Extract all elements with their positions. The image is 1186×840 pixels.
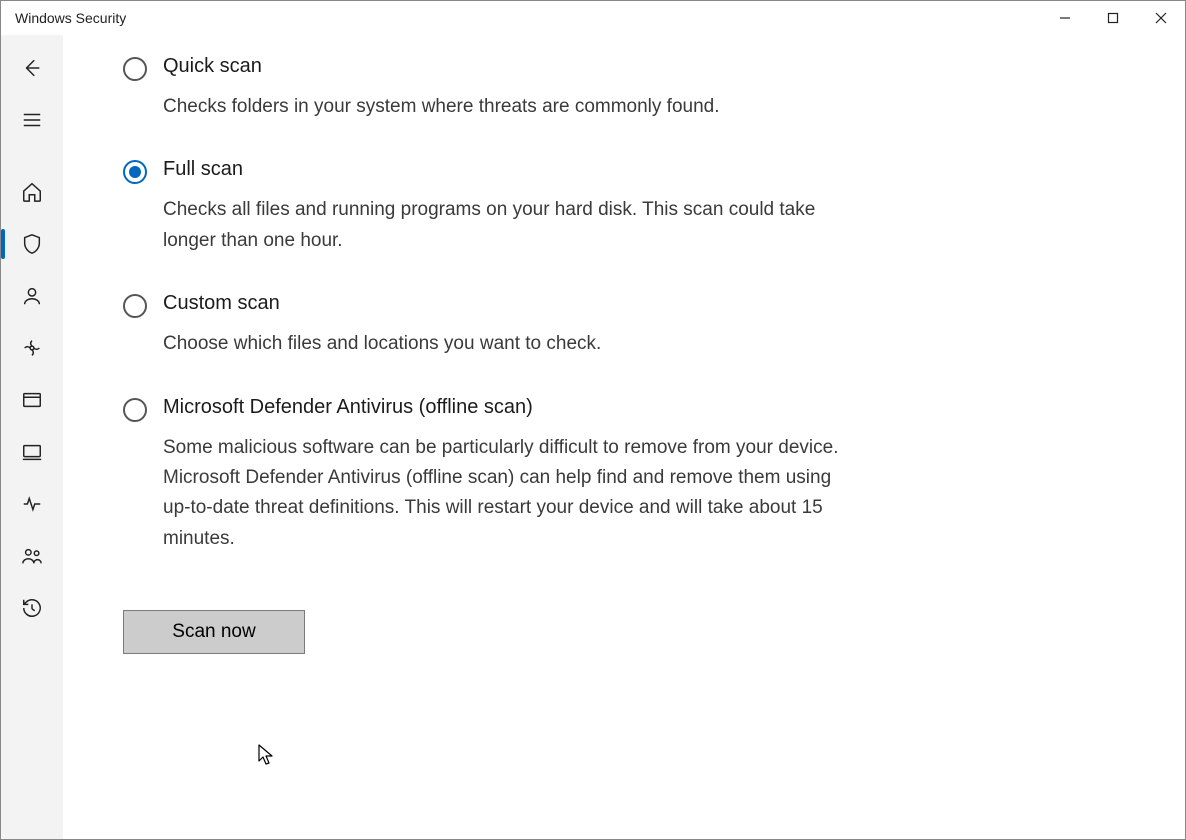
firewall-icon: [21, 337, 43, 359]
radio-offline-scan[interactable]: [123, 398, 147, 422]
window-title: Windows Security: [15, 10, 126, 26]
back-icon: [21, 57, 43, 79]
sidebar-item-account[interactable]: [1, 273, 63, 319]
radio-custom-scan[interactable]: [123, 294, 147, 318]
option-quick-scan[interactable]: Quick scan Checks folders in your system…: [123, 55, 843, 122]
minimize-button[interactable]: [1041, 1, 1089, 35]
body: Quick scan Checks folders in your system…: [1, 35, 1185, 839]
maximize-button[interactable]: [1089, 1, 1137, 35]
device-performance-icon: [21, 493, 43, 515]
option-full-scan[interactable]: Full scan Checks all files and running p…: [123, 158, 843, 256]
option-offline-scan[interactable]: Microsoft Defender Antivirus (offline sc…: [123, 396, 843, 555]
sidebar-item-device-performance[interactable]: [1, 481, 63, 527]
option-title: Full scan: [163, 158, 843, 181]
option-desc: Some malicious software can be particula…: [163, 433, 843, 555]
app-browser-icon: [21, 389, 43, 411]
window-controls: [1041, 1, 1185, 35]
option-desc: Checks all files and running programs on…: [163, 195, 843, 256]
sidebar-item-family[interactable]: [1, 533, 63, 579]
option-title: Quick scan: [163, 55, 720, 78]
radio-quick-scan[interactable]: [123, 57, 147, 81]
option-title: Custom scan: [163, 292, 601, 315]
option-title: Microsoft Defender Antivirus (offline sc…: [163, 396, 843, 419]
option-desc: Choose which files and locations you wan…: [163, 329, 601, 359]
sidebar-item-device-security[interactable]: [1, 429, 63, 475]
sidebar: [1, 35, 63, 839]
home-icon: [21, 181, 43, 203]
menu-button[interactable]: [1, 97, 63, 143]
close-button[interactable]: [1137, 1, 1185, 35]
option-text: Microsoft Defender Antivirus (offline sc…: [163, 396, 843, 555]
option-text: Custom scan Choose which files and locat…: [163, 292, 601, 359]
option-desc: Checks folders in your system where thre…: [163, 92, 720, 122]
sidebar-item-virus-threat[interactable]: [1, 221, 63, 267]
family-icon: [21, 545, 43, 567]
back-button[interactable]: [1, 45, 63, 91]
sidebar-item-home[interactable]: [1, 169, 63, 215]
radio-full-scan[interactable]: [123, 160, 147, 184]
history-icon: [21, 597, 43, 619]
shield-icon: [21, 233, 43, 255]
sidebar-item-firewall[interactable]: [1, 325, 63, 371]
content: Quick scan Checks folders in your system…: [63, 35, 1185, 839]
option-text: Full scan Checks all files and running p…: [163, 158, 843, 256]
option-custom-scan[interactable]: Custom scan Choose which files and locat…: [123, 292, 843, 359]
window: Windows Security: [0, 0, 1186, 840]
sidebar-item-app-browser[interactable]: [1, 377, 63, 423]
sidebar-item-protection-history[interactable]: [1, 585, 63, 631]
account-icon: [21, 285, 43, 307]
scan-now-button[interactable]: Scan now: [123, 610, 305, 654]
titlebar: Windows Security: [1, 1, 1185, 35]
menu-icon: [21, 109, 43, 131]
option-text: Quick scan Checks folders in your system…: [163, 55, 720, 122]
device-security-icon: [21, 441, 43, 463]
